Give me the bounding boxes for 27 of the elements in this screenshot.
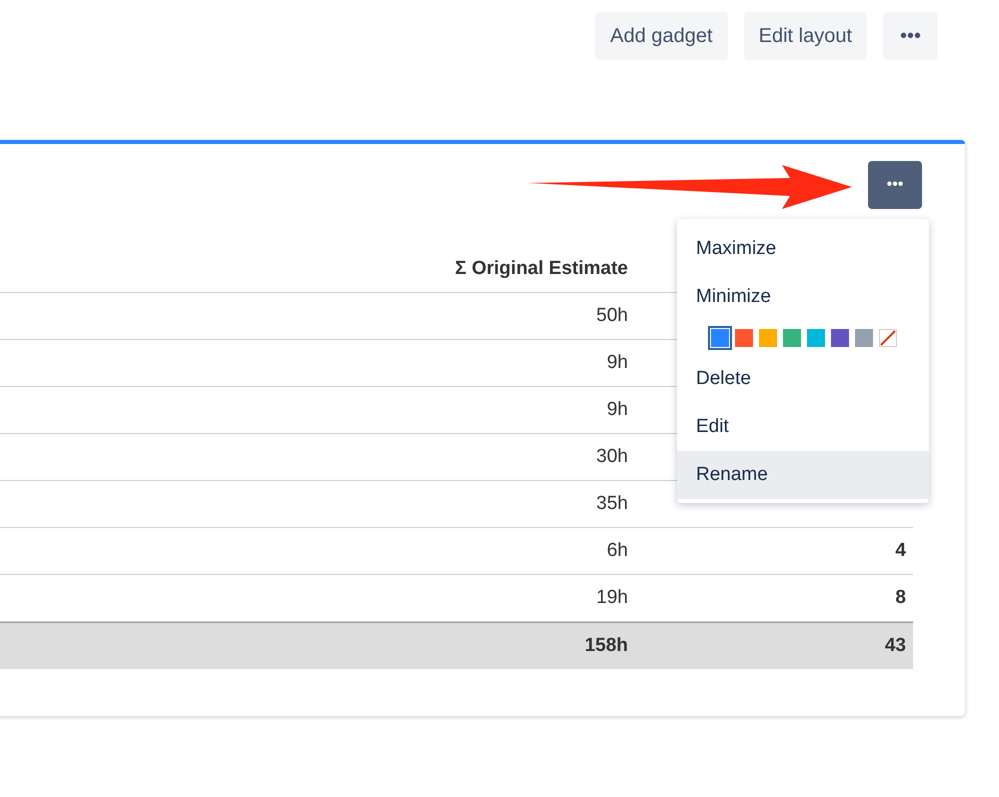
table-cell: 9h xyxy=(0,340,628,387)
table-cell: 9h xyxy=(0,387,628,434)
menu-item[interactable]: Edit xyxy=(677,403,929,451)
color-swatch[interactable] xyxy=(807,329,825,347)
toolbar-button[interactable]: Add gadget xyxy=(595,12,728,60)
table-cell: 35h xyxy=(0,481,628,528)
table-cell: 30h xyxy=(0,434,628,481)
menu-item[interactable]: Rename xyxy=(677,451,929,499)
more-button[interactable]: ••• xyxy=(883,12,938,60)
table-cell: 50h xyxy=(0,293,628,340)
more-button[interactable]: ••• xyxy=(868,161,922,209)
menu-item[interactable]: Delete xyxy=(677,355,929,403)
color-swatch[interactable] xyxy=(855,329,873,347)
toolbar-button[interactable]: Edit layout xyxy=(744,12,867,60)
total-cell: 43 xyxy=(628,622,913,669)
menu-item[interactable]: Minimize xyxy=(677,273,929,321)
table-cell: 4 xyxy=(628,528,913,575)
color-swatch[interactable] xyxy=(783,329,801,347)
color-swatch[interactable] xyxy=(831,329,849,347)
column-header: Σ Original Estimate xyxy=(0,209,628,293)
color-swatch[interactable] xyxy=(708,326,732,350)
color-swatch[interactable] xyxy=(735,329,753,347)
total-cell: 158h xyxy=(0,622,628,669)
menu-item[interactable]: Maximize xyxy=(677,225,929,273)
color-swatch[interactable] xyxy=(759,329,777,347)
no-color-swatch[interactable] xyxy=(879,329,897,347)
table-cell: 6h xyxy=(0,528,628,575)
